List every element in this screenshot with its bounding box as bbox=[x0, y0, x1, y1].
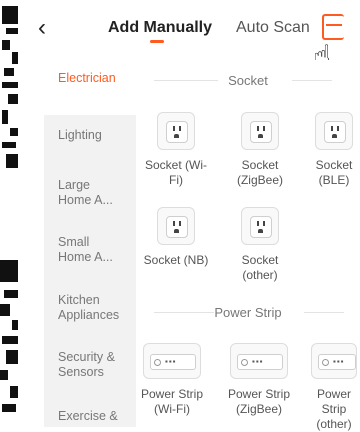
sidebar-item-lighting[interactable]: Lighting bbox=[44, 128, 136, 143]
qr-code-image bbox=[0, 0, 20, 427]
device-socket-wifi[interactable]: Socket (Wi-Fi) bbox=[140, 112, 212, 188]
device-label: Socket (ZigBee) bbox=[236, 158, 283, 187]
device-power-strip-wifi[interactable]: ▪▪▪ Power Strip (Wi-Fi) bbox=[132, 343, 212, 417]
device-label: Socket (BLE) bbox=[315, 158, 353, 187]
scan-icon bbox=[322, 14, 344, 40]
sidebar-item-exercise[interactable]: Exercise & bbox=[44, 409, 136, 424]
sidebar-item-small-home-appliances[interactable]: Small Home A... bbox=[44, 235, 114, 265]
active-tab-indicator bbox=[150, 40, 164, 43]
tab-auto-scan[interactable]: Auto Scan bbox=[236, 18, 310, 38]
device-socket-nb[interactable]: Socket (NB) bbox=[140, 207, 212, 268]
device-socket-other[interactable]: Socket (other) bbox=[224, 207, 296, 283]
device-power-strip-other[interactable]: ▪▪▪ Power Strip (other) bbox=[308, 343, 360, 432]
device-label: Socket (other) bbox=[241, 253, 279, 282]
device-socket-zigbee[interactable]: Socket (ZigBee) bbox=[224, 112, 296, 188]
device-power-strip-zigbee[interactable]: ▪▪▪ Power Strip (ZigBee) bbox=[218, 343, 300, 417]
power-strip-icon: ▪▪▪ bbox=[143, 343, 201, 379]
device-label: Power Strip (other) bbox=[316, 387, 352, 431]
tab-add-manually[interactable]: Add Manually bbox=[108, 18, 212, 38]
category-sidebar: Electrician Lighting Large Home A... Sma… bbox=[44, 60, 136, 427]
sidebar-item-kitchen-appliances[interactable]: Kitchen Appliances bbox=[44, 293, 128, 323]
device-list: Socket Socket (Wi-Fi) Socket (ZigBee) So… bbox=[136, 60, 360, 431]
socket-icon bbox=[157, 207, 195, 245]
sidebar-item-large-home-appliances[interactable]: Large Home A... bbox=[44, 178, 114, 208]
socket-icon bbox=[241, 112, 279, 150]
sidebar-item-electrician[interactable]: Electrician bbox=[44, 60, 136, 115]
device-socket-ble[interactable]: Socket (BLE) bbox=[308, 112, 360, 188]
device-label: Socket (Wi-Fi) bbox=[144, 158, 207, 187]
back-button[interactable]: ‹ bbox=[38, 16, 46, 40]
device-label: Power Strip (ZigBee) bbox=[227, 387, 291, 416]
power-strip-icon: ▪▪▪ bbox=[230, 343, 288, 379]
sidebar-item-security-sensors[interactable]: Security & Sensors bbox=[44, 350, 120, 380]
socket-icon bbox=[315, 112, 353, 150]
socket-icon bbox=[241, 207, 279, 245]
socket-icon bbox=[157, 112, 195, 150]
device-label: Power Strip (Wi-Fi) bbox=[140, 387, 204, 416]
device-label: Socket (NB) bbox=[143, 253, 209, 267]
power-strip-icon: ▪▪▪ bbox=[311, 343, 357, 379]
